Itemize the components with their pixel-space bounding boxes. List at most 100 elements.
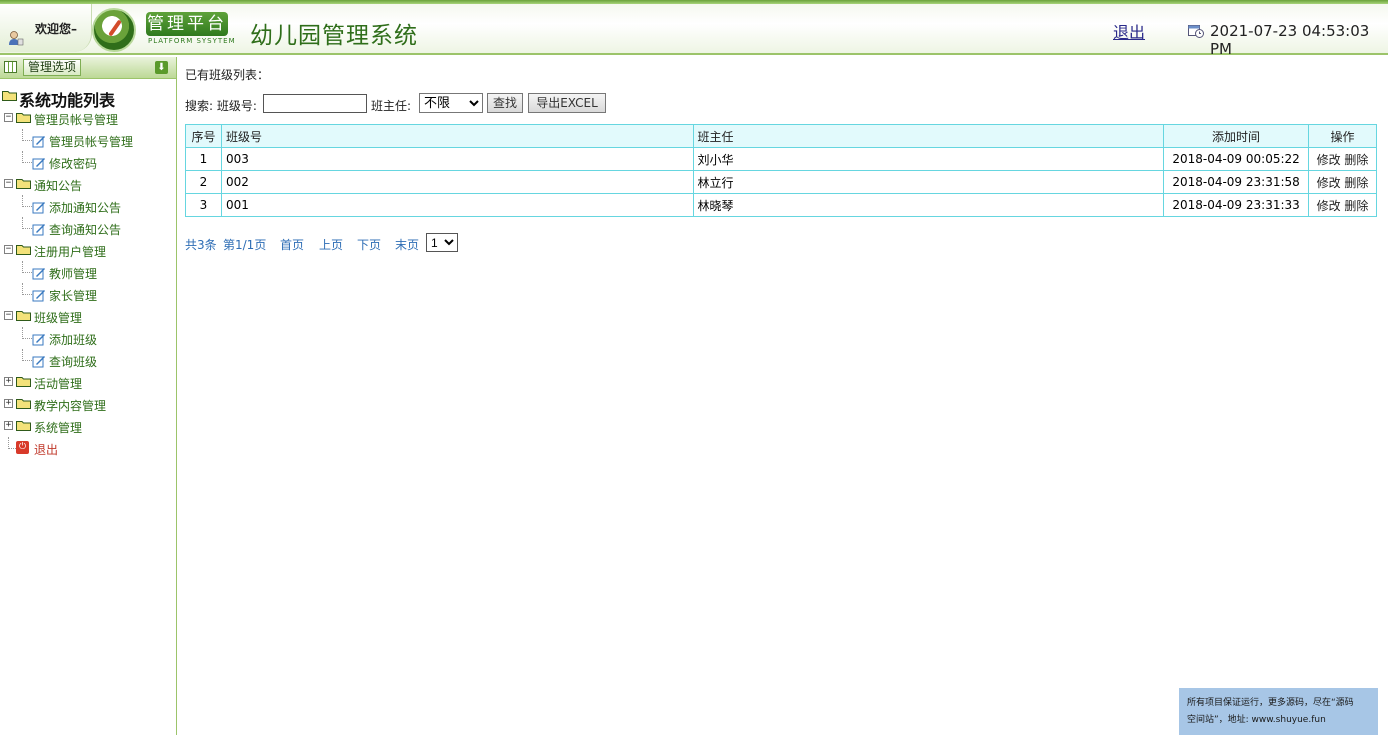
pager-first-link[interactable]: 首页	[280, 236, 304, 253]
tree-item-label[interactable]: 查询班级	[49, 353, 97, 370]
cell-teacher: 刘小华	[692, 147, 1165, 171]
cell-added-time: 2018-04-09 00:05:22	[1163, 147, 1310, 171]
tree-group-activity-manage[interactable]: + 活动管理	[0, 371, 176, 393]
col-teacher: 班主任	[692, 124, 1165, 148]
pager-next-link[interactable]: 下页	[357, 236, 381, 253]
tree-item-label[interactable]: 修改密码	[49, 155, 97, 172]
tree-item-exit[interactable]: ⏻ 退出	[0, 437, 176, 459]
app-title: 幼儿园管理系统	[250, 23, 418, 49]
expand-plus-icon[interactable]: +	[4, 399, 13, 408]
logout-link[interactable]: 退出	[1113, 19, 1145, 43]
notice-line-2: 空间站”，地址: www.shuyue.fun	[1187, 715, 1326, 725]
col-added-time: 添加时间	[1163, 124, 1310, 148]
tree-item-label[interactable]: 添加班级	[49, 331, 97, 348]
tree-group-label[interactable]: 教学内容管理	[34, 397, 106, 414]
tree-group-label[interactable]: 通知公告	[34, 177, 82, 194]
sidebar-tab-manage-options[interactable]: 管理选项	[23, 59, 82, 76]
sidebar-header: 管理选项 ⬇	[0, 57, 176, 79]
table-header-row: 序号 班级号 班主任 添加时间 操作	[185, 124, 1377, 148]
edit-page-icon	[32, 158, 45, 170]
folder-icon	[16, 179, 31, 189]
tree-group-label[interactable]: 系统管理	[34, 419, 82, 436]
tree-item-add-class[interactable]: 添加班级	[0, 327, 176, 349]
delete-link[interactable]: 删除	[1344, 176, 1368, 190]
tree-item-label[interactable]: 管理员帐号管理	[49, 133, 133, 150]
edit-link[interactable]: 修改	[1317, 199, 1341, 213]
col-class-no: 班级号	[220, 124, 694, 148]
folder-open-icon	[2, 91, 17, 101]
tree-item-admin-account[interactable]: 管理员帐号管理	[0, 129, 176, 151]
tree-group-label[interactable]: 活动管理	[34, 375, 82, 392]
table-row: 1 003 刘小华 2018-04-09 00:05:22 修改 删除	[185, 147, 1377, 171]
pager-last-link[interactable]: 末页	[395, 236, 419, 253]
teacher-select[interactable]: 不限	[419, 93, 483, 113]
cell-teacher: 林立行	[692, 170, 1165, 194]
cell-teacher: 林晓琴	[692, 193, 1165, 217]
header-top-line	[0, 0, 1388, 4]
cell-index: 3	[185, 193, 222, 217]
tree-item-label[interactable]: 教师管理	[49, 265, 97, 282]
cell-class-no: 001	[220, 193, 694, 217]
tree-item-label[interactable]: 添加通知公告	[49, 199, 121, 216]
tree-group-label[interactable]: 班级管理	[34, 309, 82, 326]
tree-group-class-manage[interactable]: − 班级管理	[0, 305, 176, 327]
tree-item-query-notice[interactable]: 查询通知公告	[0, 217, 176, 239]
logo-icon	[92, 8, 136, 52]
pager-prev-link[interactable]: 上页	[319, 236, 343, 253]
cell-index: 1	[185, 147, 222, 171]
power-icon: ⏻	[16, 441, 29, 454]
calendar-clock-icon	[1188, 25, 1204, 38]
collapse-arrow-icon[interactable]: ⬇	[155, 61, 168, 74]
edit-page-icon	[32, 224, 45, 236]
exit-label[interactable]: 退出	[34, 441, 58, 458]
tree-group-label[interactable]: 注册用户管理	[34, 243, 106, 260]
edit-page-icon	[32, 334, 45, 346]
sidebar: 管理选项 ⬇ 系统功能列表 − 管理员帐号管理 管理员帐号管理 修改密码 − 通…	[0, 57, 177, 735]
tree-item-add-notice[interactable]: 添加通知公告	[0, 195, 176, 217]
search-label: 搜索: 班级号:	[185, 99, 257, 113]
tree-item-parent-manage[interactable]: 家长管理	[0, 283, 176, 305]
teacher-label: 班主任:	[371, 99, 412, 113]
folder-icon	[16, 245, 31, 255]
tree-group-registered-users[interactable]: − 注册用户管理	[0, 239, 176, 261]
collapse-minus-icon[interactable]: −	[4, 311, 13, 320]
collapse-minus-icon[interactable]: −	[4, 179, 13, 188]
cell-class-no: 002	[220, 170, 694, 194]
current-datetime: 2021-07-23 04:53:03 PM	[1210, 22, 1370, 58]
delete-link[interactable]: 删除	[1344, 199, 1368, 213]
pager-page-info: 第1/1页	[223, 238, 267, 252]
tree-group-notices[interactable]: − 通知公告	[0, 173, 176, 195]
calendar-icon	[4, 61, 17, 73]
tree-group-system-manage[interactable]: + 系统管理	[0, 415, 176, 437]
tree-root: 系统功能列表	[0, 85, 176, 110]
edit-link[interactable]: 修改	[1317, 176, 1341, 190]
page-select[interactable]: 1	[426, 233, 458, 252]
tree-item-teacher-manage[interactable]: 教师管理	[0, 261, 176, 283]
search-button[interactable]: 查找	[487, 93, 523, 113]
cell-actions: 修改 删除	[1308, 193, 1377, 217]
tree-item-change-password[interactable]: 修改密码	[0, 151, 176, 173]
class-no-input[interactable]	[263, 94, 367, 113]
folder-icon	[16, 421, 31, 431]
table-row: 3 001 林晓琴 2018-04-09 23:31:33 修改 删除	[185, 193, 1377, 217]
expand-plus-icon[interactable]: +	[4, 421, 13, 430]
tree-item-label[interactable]: 查询通知公告	[49, 221, 121, 238]
search-bar: 搜索: 班级号: 班主任: 不限 查找 导出EXCEL	[185, 93, 885, 115]
main-content: 已有班级列表： 搜索: 班级号: 班主任: 不限 查找 导出EXCEL 序号 班…	[185, 57, 1380, 735]
tree-group-teaching-content[interactable]: + 教学内容管理	[0, 393, 176, 415]
edit-link[interactable]: 修改	[1317, 153, 1341, 167]
tree-group-admin-account[interactable]: − 管理员帐号管理	[0, 107, 176, 129]
expand-plus-icon[interactable]: +	[4, 377, 13, 386]
source-notice: 所有项目保证运行，更多源码，尽在“源码 空间站”，地址: www.shuyue.…	[1179, 688, 1378, 735]
cell-actions: 修改 删除	[1308, 147, 1377, 171]
platform-badge: 管理平台	[146, 12, 228, 36]
tree-item-query-class[interactable]: 查询班级	[0, 349, 176, 371]
delete-link[interactable]: 删除	[1344, 153, 1368, 167]
col-index: 序号	[185, 124, 222, 148]
collapse-minus-icon[interactable]: −	[4, 113, 13, 122]
tree-item-label[interactable]: 家长管理	[49, 287, 97, 304]
tree-group-label[interactable]: 管理员帐号管理	[34, 111, 118, 128]
platform-badge-subtitle: PLATFORM SYSYTEM	[148, 37, 236, 45]
export-excel-button[interactable]: 导出EXCEL	[528, 93, 606, 113]
collapse-minus-icon[interactable]: −	[4, 245, 13, 254]
